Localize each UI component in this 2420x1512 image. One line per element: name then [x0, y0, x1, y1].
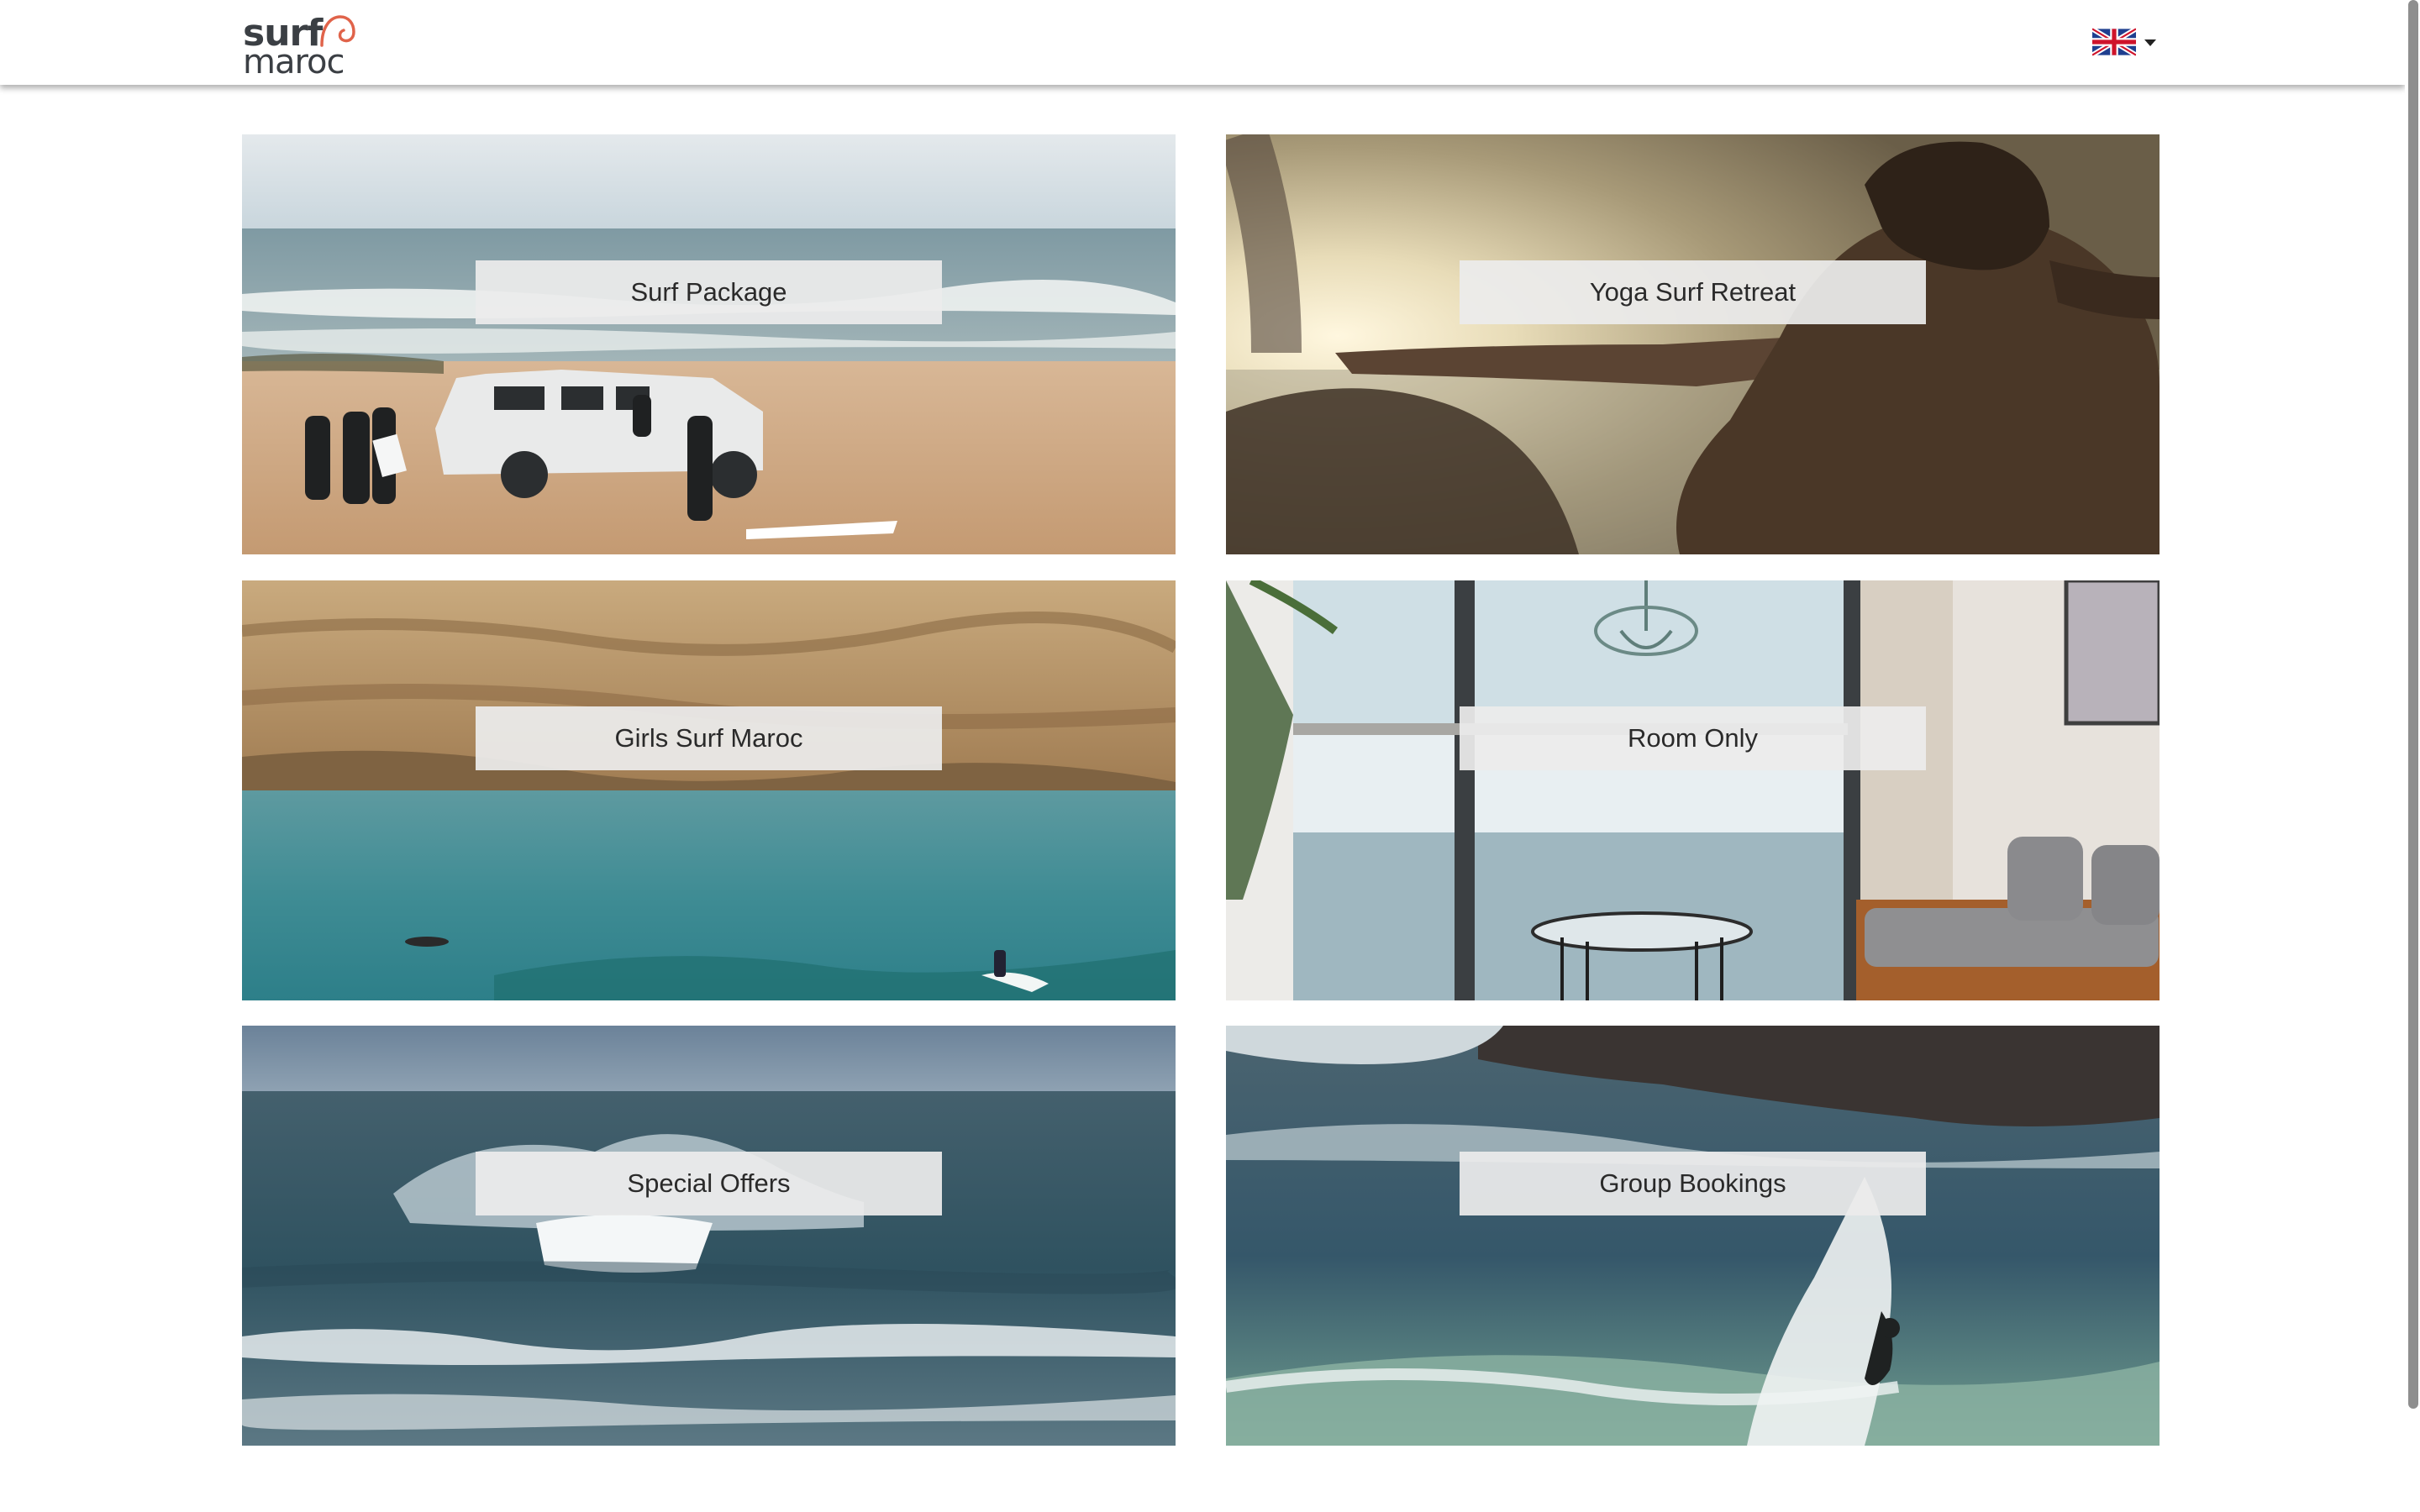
card-label: Special Offers [476, 1152, 942, 1215]
scrollbar-thumb[interactable] [2408, 0, 2418, 1409]
card-special-offers[interactable]: Special Offers [242, 1026, 1176, 1446]
uk-flag-icon [2092, 28, 2136, 56]
card-label: Surf Package [476, 260, 942, 324]
card-label: Girls Surf Maroc [476, 706, 942, 770]
package-grid: Surf Package Yoga Surf Retreat Girls Sur… [242, 134, 2160, 1446]
card-room-only[interactable]: Room Only [1226, 580, 2160, 1000]
card-girls-surf-maroc[interactable]: Girls Surf Maroc [242, 580, 1176, 1000]
card-yoga-surf-retreat[interactable]: Yoga Surf Retreat [1226, 134, 2160, 554]
site-header: surf maroc [0, 0, 2405, 85]
language-selector[interactable] [2092, 28, 2160, 58]
beach-car-photo [242, 134, 1176, 554]
caret-down-icon [2144, 39, 2156, 46]
cliff-sea-photo [242, 580, 1176, 1000]
breaking-wave-photo [242, 1026, 1176, 1446]
wave-logo-icon [320, 15, 355, 47]
card-label: Group Bookings [1460, 1152, 1926, 1215]
surfer-spray-photo [1226, 1026, 2160, 1446]
card-label: Yoga Surf Retreat [1460, 260, 1926, 324]
card-surf-package[interactable]: Surf Package [242, 134, 1176, 554]
card-group-bookings[interactable]: Group Bookings [1226, 1026, 2160, 1446]
surf-maroc-logo[interactable]: surf maroc [243, 12, 360, 81]
card-label: Room Only [1460, 706, 1926, 770]
room-sea-view-photo [1226, 580, 2160, 1000]
logo-text-maroc: maroc [243, 43, 345, 81]
yoga-sunset-photo [1226, 134, 2160, 554]
